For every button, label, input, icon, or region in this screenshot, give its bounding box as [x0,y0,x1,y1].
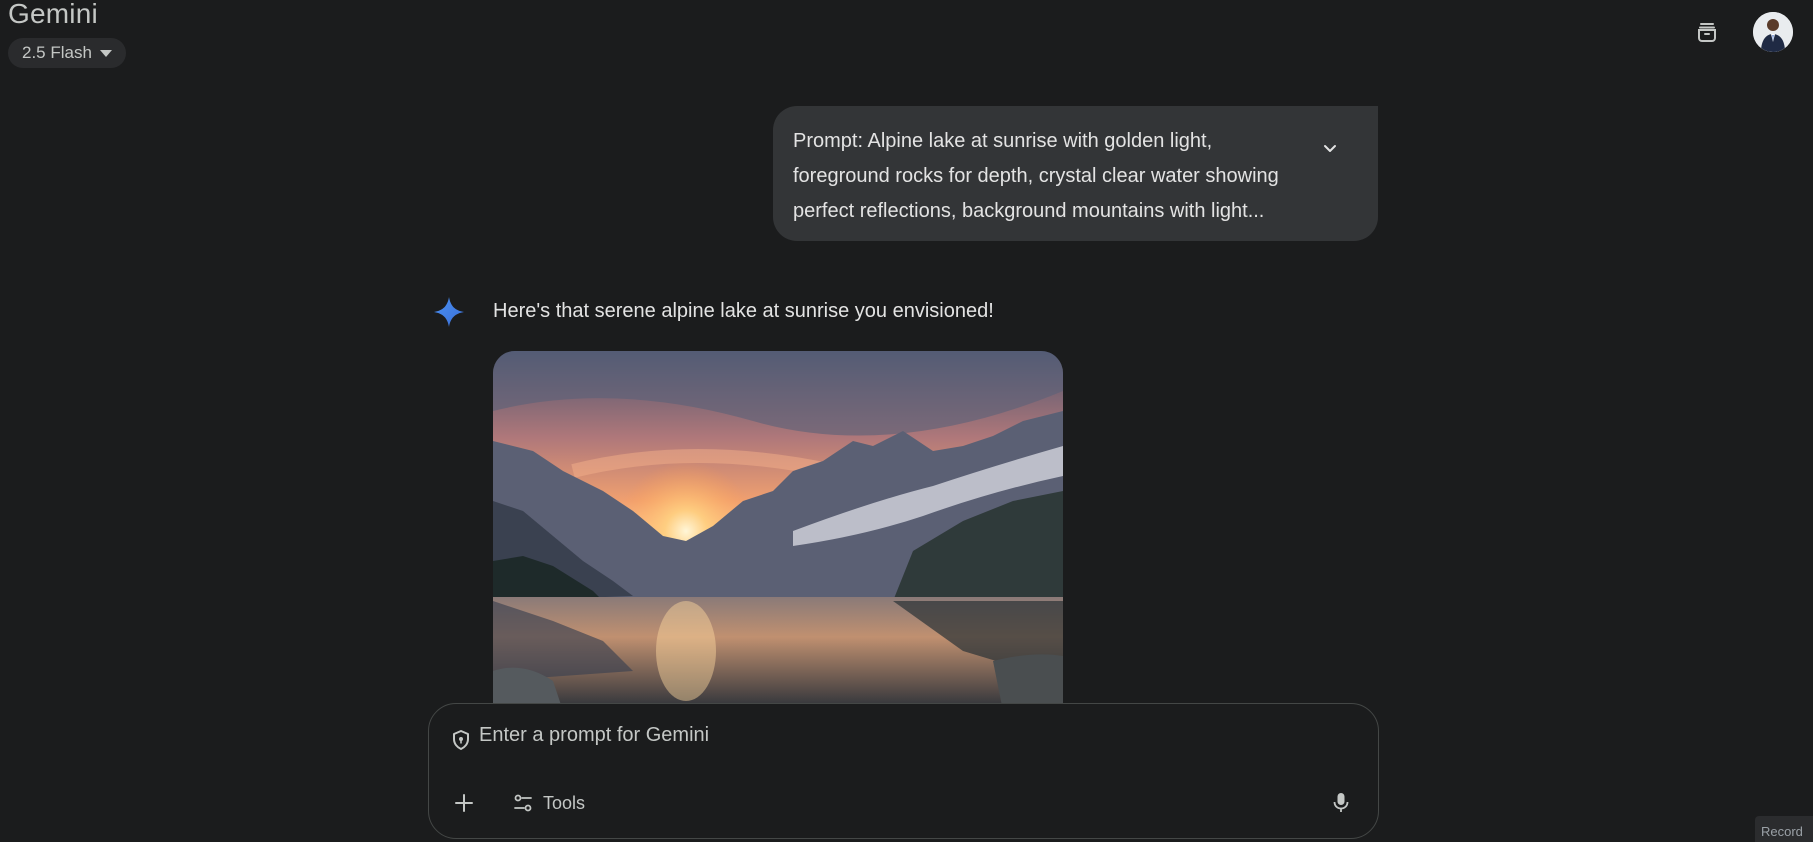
gemini-app: Gemini 2.5 Flash Prompt: Alpine lake at [0,0,1813,842]
caret-down-icon [99,49,112,57]
alpine-lake-image [493,351,1063,711]
prompt-composer: Tools [428,703,1379,839]
chevron-down-icon [1324,145,1336,152]
gemini-spark-icon [434,297,464,327]
shield-icon [453,730,469,750]
archive-icon [1698,23,1716,42]
generated-image[interactable] [493,351,1063,711]
top-right-actions [1687,12,1793,52]
prompt-line: perfect reflections, background mountain… [793,200,1265,222]
mic-icon [1333,793,1349,812]
add-button[interactable] [449,788,479,818]
avatar[interactable] [1753,12,1793,52]
app-title: Gemini [8,0,98,29]
microphone-button[interactable] [1326,788,1356,818]
model-selector[interactable]: 2.5 Flash [8,38,126,68]
prompt-line: Prompt: Alpine lake at sunrise with gold… [793,130,1213,152]
tools-button[interactable]: Tools [513,788,585,818]
tune-icon [514,794,532,812]
model-label: 2.5 Flash [22,43,92,62]
prompt-line: foreground rocks for depth, crystal clea… [793,165,1279,187]
avatar-image [1753,12,1793,52]
record-tag[interactable]: Record [1755,816,1813,842]
prompt-input[interactable] [479,724,1299,747]
plus-icon [455,794,473,812]
expand-prompt-button[interactable] [1318,136,1342,160]
user-prompt-bubble: Prompt: Alpine lake at sunrise with gold… [773,106,1378,241]
response-text: Here's that serene alpine lake at sunris… [493,300,994,322]
tools-label: Tools [543,792,586,813]
archive-button[interactable] [1687,12,1727,52]
